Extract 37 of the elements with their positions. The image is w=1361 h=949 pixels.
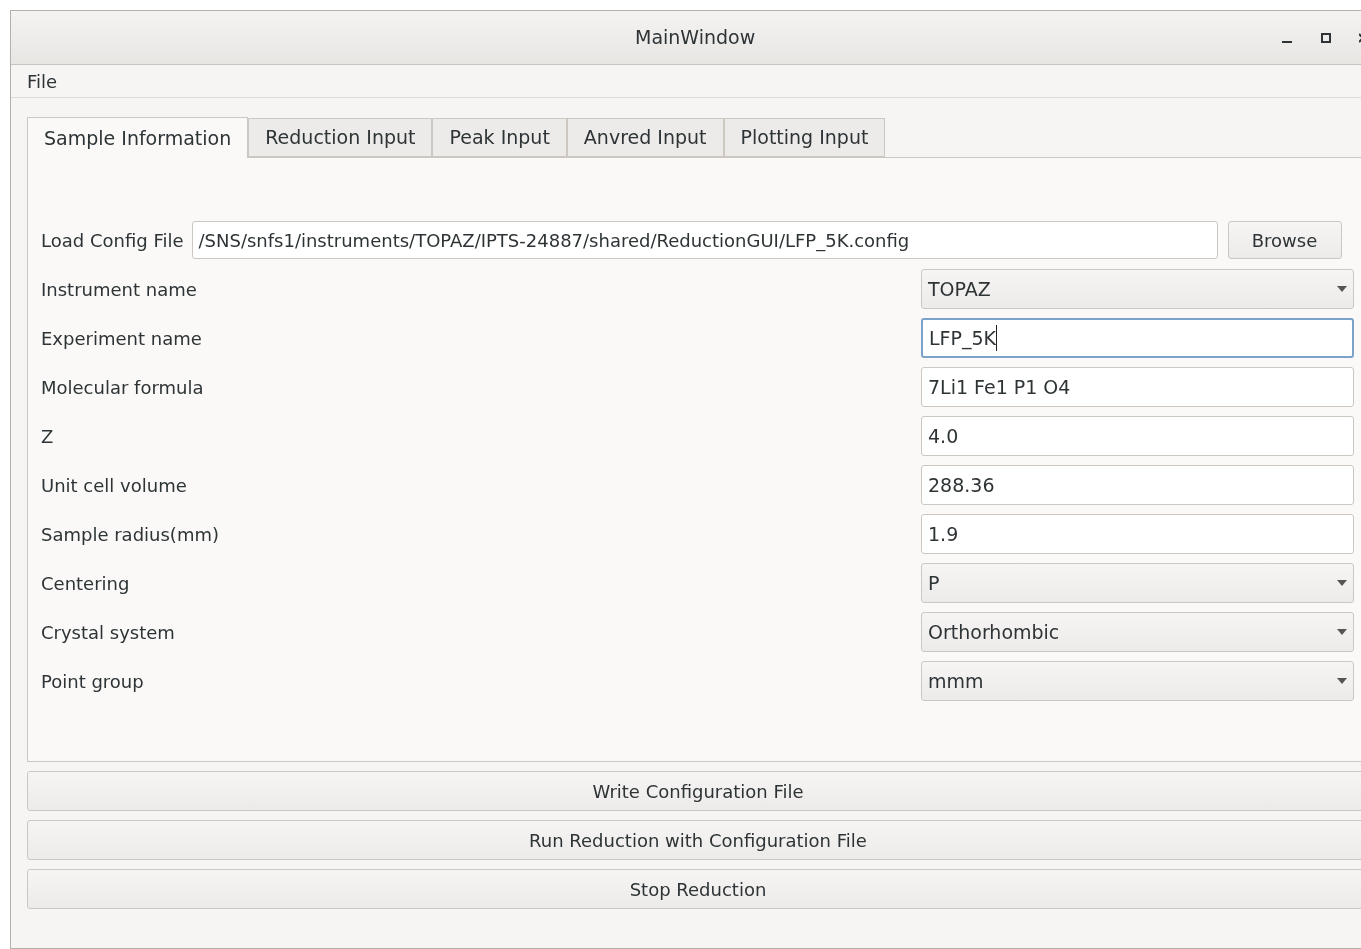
config-path-field[interactable]: /SNS/snfs1/instruments/TOPAZ/IPTS-24887/shared/ReductionGUI/LFP_5K.config [191, 221, 1218, 259]
field-label: Crystal system [41, 620, 176, 645]
text-cursor [996, 325, 998, 351]
input-field[interactable]: 288.36 [921, 465, 1354, 505]
input-field[interactable]: 1.9 [921, 514, 1354, 554]
field-label: Sample radius(mm) [41, 522, 220, 547]
caret-icon [1337, 580, 1347, 586]
field-label: Centering [41, 571, 131, 596]
input-field[interactable]: 7Li1 Fe1 P1 O4 [921, 367, 1354, 407]
tab[interactable]: Reduction Input [248, 118, 433, 157]
field-label: Point group [41, 669, 145, 694]
dropdown[interactable]: mmm [921, 661, 1354, 701]
tab[interactable]: Peak Input [432, 118, 567, 157]
maximize-icon[interactable] [1321, 32, 1331, 43]
action-button[interactable]: Write Configuration File [27, 771, 1361, 811]
dropdown[interactable]: Orthorhombic [921, 612, 1354, 652]
field-label: Load Config File [41, 228, 184, 253]
dropdown[interactable]: P [921, 563, 1354, 603]
caret-icon [1337, 678, 1347, 684]
field-label: Unit cell volume [41, 473, 188, 498]
field-label: Experiment name [41, 326, 203, 351]
caret-icon [1337, 629, 1347, 635]
tab[interactable]: Sample Information [27, 117, 249, 158]
action-button[interactable]: Run Reduction with Configuration File [27, 820, 1361, 860]
caret-icon [1337, 286, 1347, 292]
browse-button[interactable]: Browse [1227, 221, 1342, 259]
dropdown[interactable]: TOPAZ [921, 269, 1354, 309]
field-label: Z [41, 424, 55, 449]
tab[interactable]: Plotting Input [723, 118, 886, 157]
input-field[interactable]: 4.0 [921, 416, 1354, 456]
window-title: MainWindow [635, 25, 756, 51]
action-button[interactable]: Stop Reduction [27, 869, 1361, 909]
field-label: Instrument name [41, 277, 198, 302]
field-label: Molecular formula [41, 375, 205, 400]
input-field[interactable]: LFP_5K [921, 318, 1354, 358]
tab[interactable]: Anvred Input [566, 118, 724, 157]
menu-item[interactable]: File [27, 67, 58, 95]
